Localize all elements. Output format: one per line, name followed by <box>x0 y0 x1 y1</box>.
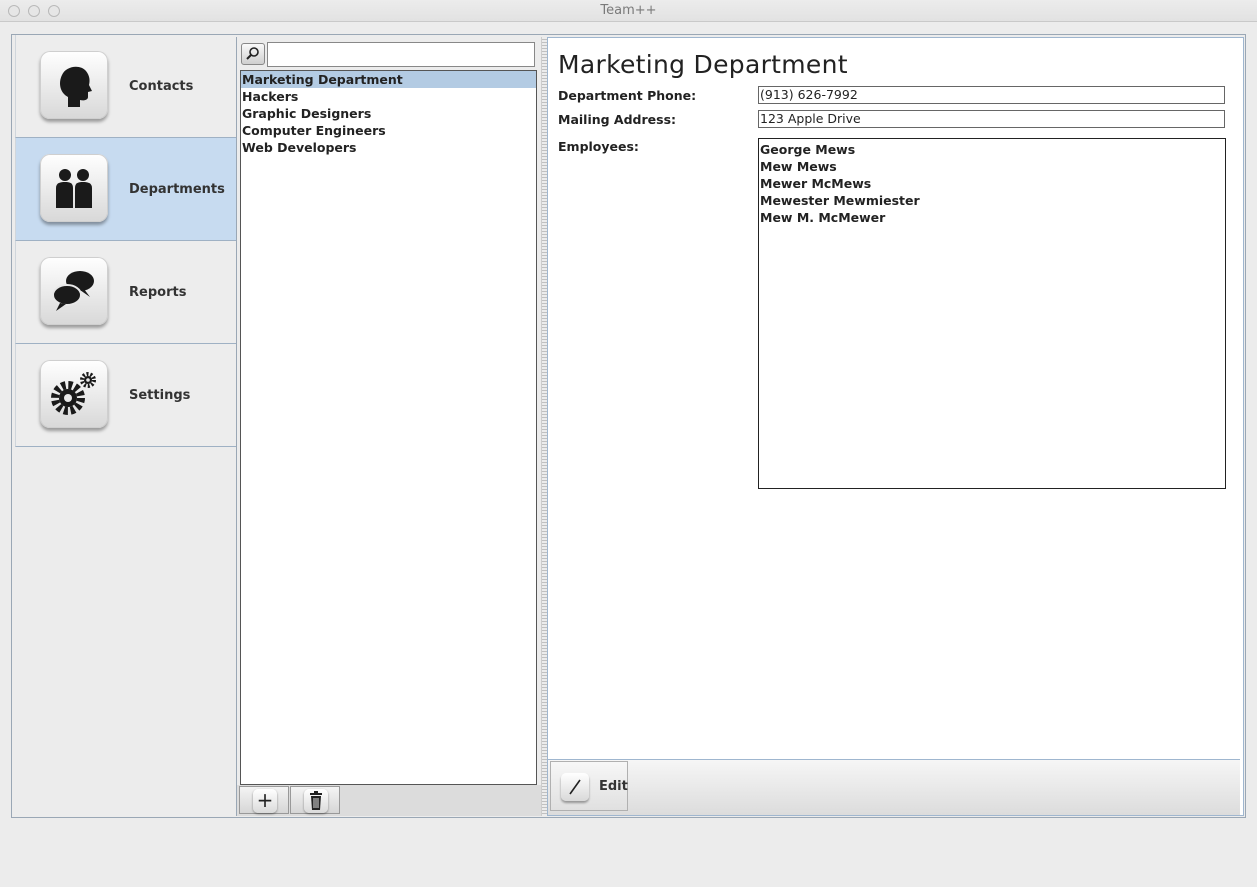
head-icon <box>40 51 108 119</box>
speech-bubbles-icon <box>40 257 108 325</box>
sidebar-nav: Contacts Departments Reports Settings <box>13 35 236 816</box>
add-department-button[interactable]: + <box>239 786 289 814</box>
detail-toolbar: Edit <box>548 759 1240 815</box>
list-item[interactable]: Marketing Department <box>241 71 536 88</box>
page-title: Marketing Department <box>558 50 848 79</box>
nav-label-settings: Settings <box>129 388 191 403</box>
list-item[interactable]: Mew M. McMewer <box>759 209 1225 226</box>
nav-label-departments: Departments <box>129 182 225 197</box>
address-field: 123 Apple Drive <box>758 110 1225 128</box>
search-button[interactable] <box>241 43 265 65</box>
plus-icon: + <box>253 789 277 813</box>
list-item[interactable]: Computer Engineers <box>241 122 536 139</box>
nav-item-reports[interactable]: Reports <box>15 241 236 344</box>
phone-field: (913) 626-7992 <box>758 86 1225 104</box>
pencil-icon <box>561 773 589 801</box>
nav-label-reports: Reports <box>129 285 187 300</box>
nav-label-contacts: Contacts <box>129 79 194 94</box>
delete-department-button[interactable] <box>290 786 340 814</box>
gears-icon <box>40 360 108 428</box>
list-item[interactable]: Mewester Mewmiester <box>759 192 1225 209</box>
edit-button[interactable]: Edit <box>550 761 628 811</box>
title-bar: Team++ <box>0 0 1257 22</box>
employees-label: Employees: <box>558 139 639 154</box>
department-list-panel: Marketing Department Hackers Graphic Des… <box>236 37 542 816</box>
search-input[interactable] <box>267 42 535 67</box>
list-item[interactable]: George Mews <box>759 141 1225 158</box>
department-list[interactable]: Marketing Department Hackers Graphic Des… <box>240 70 537 785</box>
edit-label: Edit <box>599 779 628 794</box>
address-label: Mailing Address: <box>558 112 677 127</box>
list-toolbar: + <box>237 785 542 816</box>
trash-icon <box>304 789 328 813</box>
nav-item-settings[interactable]: Settings <box>15 344 236 447</box>
nav-item-departments[interactable]: Departments <box>15 138 236 241</box>
search-icon <box>246 47 259 60</box>
list-item[interactable]: Web Developers <box>241 139 536 156</box>
nav-item-contacts[interactable]: Contacts <box>15 35 236 138</box>
people-icon <box>40 154 108 222</box>
list-item[interactable]: Mew Mews <box>759 158 1225 175</box>
department-detail-panel: Marketing Department Department Phone: (… <box>547 37 1244 816</box>
list-item[interactable]: Graphic Designers <box>241 105 536 122</box>
phone-label: Department Phone: <box>558 88 697 103</box>
employees-list[interactable]: George Mews Mew Mews Mewer McMews Mewest… <box>758 138 1226 489</box>
window-title: Team++ <box>600 3 657 18</box>
list-item[interactable]: Mewer McMews <box>759 175 1225 192</box>
list-item[interactable]: Hackers <box>241 88 536 105</box>
